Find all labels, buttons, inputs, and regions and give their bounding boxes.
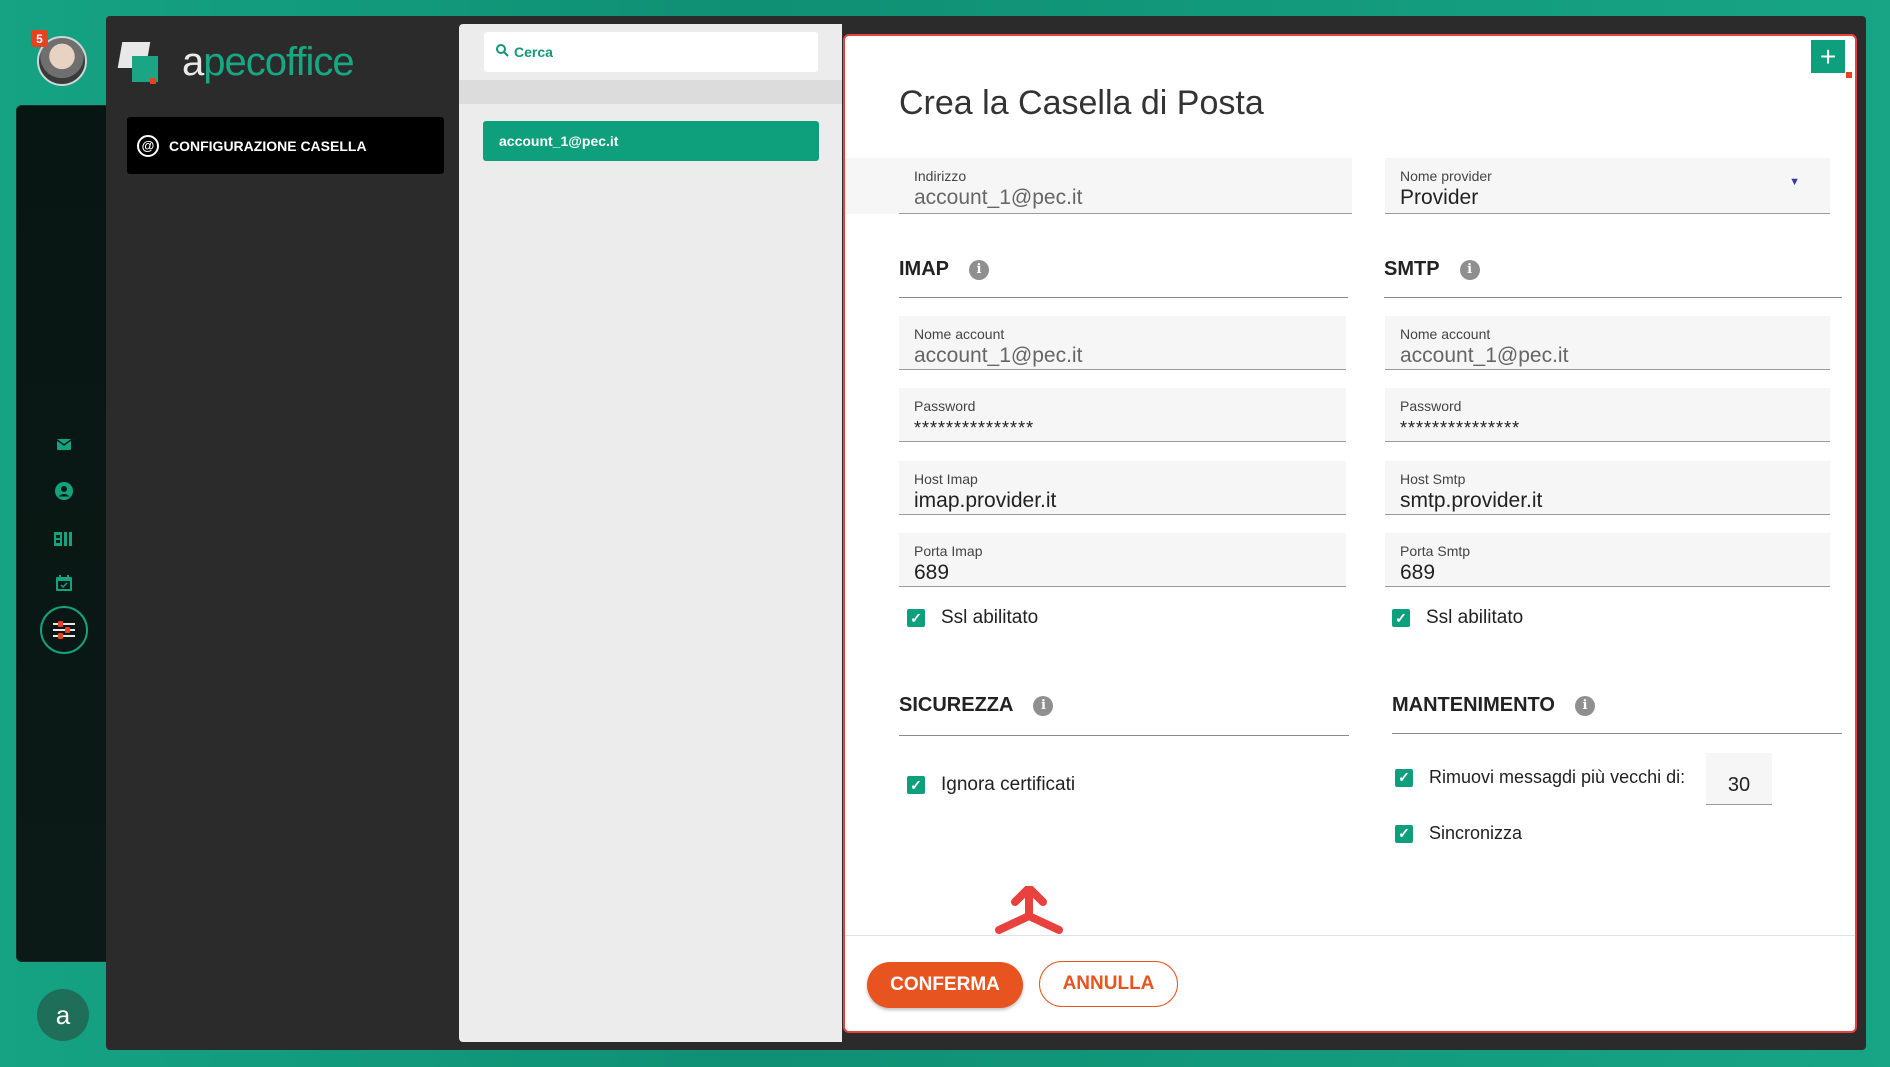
checkbox-checked-icon[interactable]: ✓ xyxy=(907,776,925,794)
info-icon[interactable]: i xyxy=(1459,259,1480,280)
confirm-button[interactable]: CONFERMA xyxy=(867,962,1023,1008)
imap-host-field[interactable]: Host Imap imap.provider.it xyxy=(899,461,1346,515)
cancel-button[interactable]: ANNULLA xyxy=(1039,961,1178,1007)
page-title: Crea la Casella di Posta xyxy=(899,84,1264,122)
imap-password-field[interactable]: Password *************** xyxy=(899,388,1346,442)
calendar-icon[interactable] xyxy=(54,573,74,593)
checkbox-checked-icon[interactable]: ✓ xyxy=(907,609,925,627)
provider-select[interactable]: Nome provider Provider ▼ xyxy=(1385,158,1830,214)
at-sign-icon: @ xyxy=(137,134,159,157)
ignore-certificates-checkbox[interactable]: ✓ Ignora certificati xyxy=(907,774,1075,796)
search-input[interactable]: Cerca xyxy=(484,32,818,72)
contacts-icon[interactable] xyxy=(54,529,74,549)
imap-account-field[interactable]: Nome account account_1@pec.it xyxy=(899,316,1346,370)
mail-icon[interactable] xyxy=(54,434,74,454)
search-placeholder: Cerca xyxy=(514,44,553,60)
info-icon[interactable]: i xyxy=(1033,695,1054,716)
smtp-host-field[interactable]: Host Smtp smtp.provider.it xyxy=(1385,461,1830,515)
nav-label: CONFIGURAZIONE CASELLA xyxy=(169,137,367,154)
checkbox-checked-icon[interactable]: ✓ xyxy=(1392,609,1410,627)
search-icon xyxy=(496,44,509,60)
smtp-account-field[interactable]: Nome account account_1@pec.it xyxy=(1385,316,1830,370)
smtp-password-field[interactable]: Password *************** xyxy=(1385,388,1830,442)
retention-days-input[interactable]: 30 xyxy=(1706,753,1772,805)
checkbox-checked-icon[interactable]: ✓ xyxy=(1395,824,1413,843)
logo-mark-icon xyxy=(117,38,166,86)
brand-badge-icon: a xyxy=(37,989,89,1041)
account-icon[interactable] xyxy=(54,481,74,501)
account-list-panel xyxy=(459,24,842,1042)
info-icon[interactable]: i xyxy=(1574,695,1595,716)
footer-divider xyxy=(845,935,1855,936)
sync-checkbox[interactable]: ✓ Sincronizza xyxy=(1395,823,1522,844)
retention-heading: MANTENIMENTO i xyxy=(1392,694,1595,717)
imap-ssl-checkbox[interactable]: ✓ Ssl abilitato xyxy=(907,607,1038,629)
imap-port-field[interactable]: Porta Imap 689 xyxy=(899,533,1346,587)
info-icon[interactable]: i xyxy=(969,259,989,280)
smtp-heading: SMTP i xyxy=(1384,258,1480,281)
address-field[interactable]: Indirizzo account_1@pec.it xyxy=(899,158,1352,214)
remove-old-messages-checkbox[interactable]: ✓ Rimuovi messagdi più vecchi di: xyxy=(1395,767,1685,788)
checkbox-checked-icon[interactable]: ✓ xyxy=(1395,768,1413,787)
smtp-port-field[interactable]: Porta Smtp 689 xyxy=(1385,533,1830,587)
imap-heading: IMAP i xyxy=(899,258,989,281)
smtp-ssl-checkbox[interactable]: ✓ Ssl abilitato xyxy=(1392,607,1523,629)
security-heading: SICUREZZA i xyxy=(899,694,1054,717)
add-button[interactable]: + xyxy=(1811,40,1845,73)
add-button-dot xyxy=(1846,72,1852,78)
pointer-hint-icon xyxy=(993,882,1065,939)
divider xyxy=(1392,733,1842,734)
nav-configurazione-casella[interactable]: @ CONFIGURAZIONE CASELLA xyxy=(127,117,444,174)
settings-sliders-icon[interactable] xyxy=(40,606,88,654)
app-logo: apecoffice xyxy=(117,32,355,92)
divider xyxy=(1384,297,1842,298)
divider xyxy=(899,297,1348,298)
list-header-strip xyxy=(459,80,842,104)
divider xyxy=(899,735,1349,736)
notification-badge: 5 xyxy=(31,30,48,47)
chevron-down-icon: ▼ xyxy=(1789,176,1800,188)
logo-text: apecoffice xyxy=(182,39,355,84)
list-item[interactable]: account_1@pec.it xyxy=(483,121,819,161)
